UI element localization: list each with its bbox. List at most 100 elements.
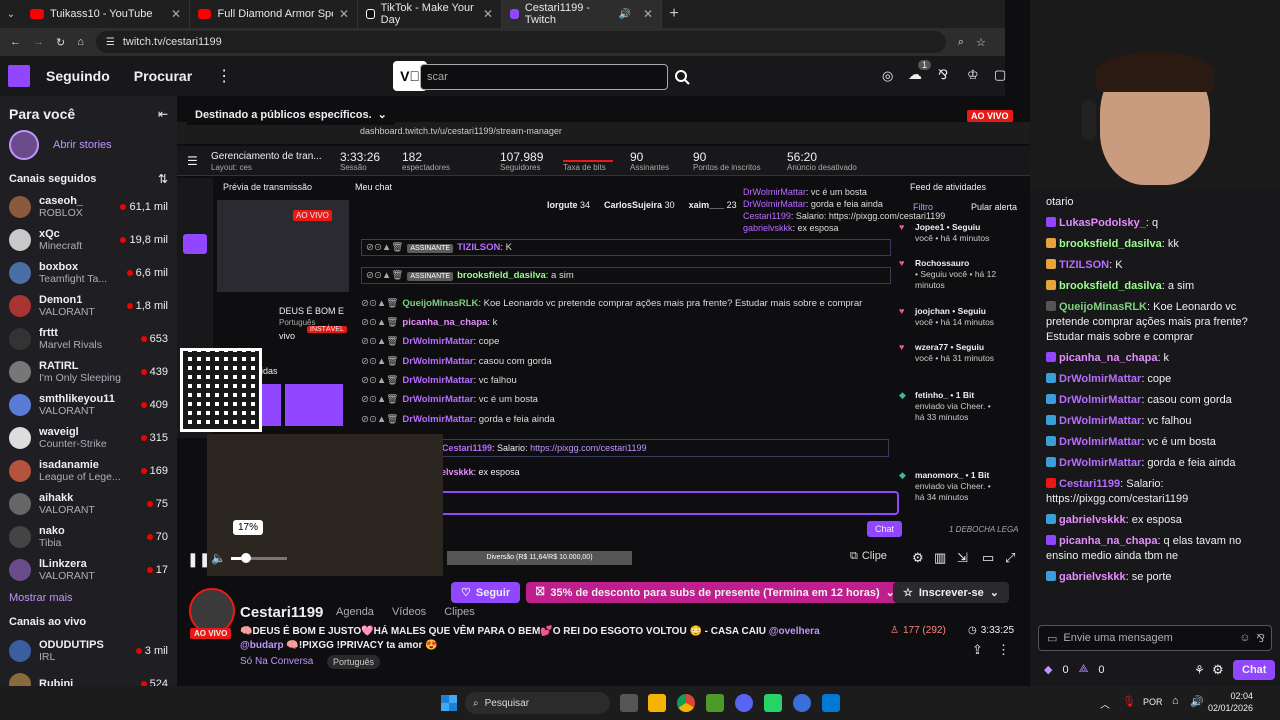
reload-icon[interactable]: ↻ — [56, 36, 65, 49]
chat-username[interactable]: gabrielvskkk — [1059, 571, 1126, 583]
close-icon[interactable]: ✕ — [171, 7, 181, 21]
close-icon[interactable]: ✕ — [643, 7, 653, 21]
volume-tray-icon[interactable]: 🔊 — [1190, 695, 1204, 708]
whatsapp-icon[interactable] — [764, 694, 782, 712]
store-icon[interactable] — [822, 694, 840, 712]
tray-expand-icon[interactable]: ︿ — [1100, 696, 1110, 711]
close-icon[interactable]: ✕ — [339, 7, 349, 21]
sidebar-channel-item[interactable]: frttt Marvel Rivals 653 — [0, 322, 177, 355]
activity-icon[interactable]: ◎ — [882, 68, 893, 84]
gift-sub-promo[interactable]: ⛝ 35% de desconto para subs de presente (… — [526, 582, 905, 603]
taskbar-search[interactable]: ⌕ Pesquisar — [465, 692, 610, 714]
chat-username[interactable]: picanha_na_chapa — [1059, 535, 1157, 547]
emote-icon[interactable]: ☺ — [1239, 632, 1250, 644]
channel-points-icon[interactable]: ⟁ — [1079, 663, 1089, 676]
bookmark-star-icon[interactable]: ☆ — [976, 36, 986, 49]
mention-link[interactable]: @budarp — [240, 640, 284, 651]
start-icon[interactable] — [441, 695, 457, 711]
channel-name[interactable]: Cestari1199 — [240, 604, 323, 621]
close-icon[interactable]: ✕ — [483, 7, 493, 21]
chat-settings-icon[interactable]: ⚙ — [1212, 662, 1224, 678]
picture-in-picture-icon[interactable]: ▭ — [982, 550, 994, 566]
bits-balance-icon[interactable]: ◆ — [1044, 663, 1052, 676]
sidebar-channel-item[interactable]: caseoh_ ROBLOX 61,1 mil — [0, 190, 177, 223]
nav-following[interactable]: Seguindo — [46, 68, 110, 84]
forward-icon[interactable]: → — [33, 36, 44, 48]
more-menu-icon[interactable]: ⋮ — [216, 66, 232, 86]
chat-input[interactable]: ▭ Envie uma mensagem ☺ ⅋ — [1038, 625, 1272, 651]
subscribe-button[interactable]: ☆ Inscrever-se ⌄ — [893, 582, 1009, 603]
site-info-icon[interactable]: ☰ — [106, 37, 115, 48]
bits-icon[interactable]: ⅋ — [938, 67, 948, 83]
nav-agenda[interactable]: Agenda — [336, 606, 374, 618]
sidebar-channel-item[interactable]: boxbox Teamfight Ta... 6,6 mil — [0, 256, 177, 289]
tab-youtube[interactable]: Tuikass10 - YouTube ✕ — [22, 0, 190, 28]
chat-username[interactable]: DrWolmirMattar — [1059, 415, 1141, 427]
pause-icon[interactable]: ❚❚ — [187, 551, 210, 568]
clock[interactable]: 02:04 02/01/2026 — [1208, 690, 1253, 714]
microphone-icon[interactable]: 🎙 — [1122, 695, 1136, 708]
task-view-icon[interactable] — [620, 694, 638, 712]
tab-tiktok[interactable]: TikTok - Make Your Day ✕ — [358, 0, 502, 28]
chat-effects-icon[interactable]: ⚘ — [1194, 663, 1205, 677]
nav-clips[interactable]: Clipes — [444, 606, 475, 618]
chat-username[interactable]: DrWolmirMattar — [1059, 436, 1141, 448]
inbox-icon[interactable]: ▢ — [994, 67, 1006, 83]
sidebar-channel-item[interactable]: waveigl Counter-Strike 315 — [0, 421, 177, 454]
sidebar-channel-item[interactable]: isadanamie League of Lege... 169 — [0, 454, 177, 487]
nav-videos[interactable]: Vídeos — [392, 606, 426, 618]
stats-icon[interactable]: ▥ — [934, 550, 946, 566]
chat-username[interactable]: Cestari1199 — [1059, 478, 1120, 490]
video-player[interactable]: dashboard.twitch.tv/u/cestari1199/stream… — [177, 96, 1030, 576]
file-explorer-icon[interactable] — [648, 694, 666, 712]
sidebar-channel-item[interactable]: aihakk VALORANT 75 — [0, 487, 177, 520]
sidebar-channel-item[interactable]: xQc Minecraft 19,8 mil — [0, 223, 177, 256]
zoom-icon[interactable]: ⌕ — [958, 36, 964, 49]
chat-username[interactable]: DrWolmirMattar — [1059, 457, 1141, 469]
chat-username[interactable]: LukasPodolsky_ — [1059, 217, 1146, 229]
theatre-mode-icon[interactable]: ⇲ — [957, 550, 968, 566]
sort-icon[interactable]: ⇅ — [158, 172, 168, 186]
home-icon[interactable]: ⌂ — [77, 36, 84, 48]
tab-twitch[interactable]: Cestari1199 - Twitch 🔊 ✕ — [502, 0, 662, 28]
chrome-icon[interactable] — [677, 694, 695, 712]
chat-username[interactable]: gabrielvskkk — [1059, 514, 1126, 526]
chat-username[interactable]: brooksfield_dasilva — [1059, 238, 1162, 250]
bits-cheer-icon[interactable]: ⅋ — [1256, 632, 1265, 645]
more-options-icon[interactable]: ⋮ — [997, 642, 1010, 658]
collapse-sidebar-icon[interactable]: ⇤ — [158, 107, 168, 121]
chat-username[interactable]: brooksfield_dasilva — [1059, 280, 1162, 292]
url-field[interactable]: ☰ twitch.tv/cestari1199 — [95, 31, 946, 53]
sidebar-live-item[interactable]: ODUDUTIPS IRL 3 mil — [0, 634, 177, 667]
volume-slider[interactable] — [231, 553, 287, 563]
show-more-link[interactable]: Mostrar mais — [0, 586, 177, 610]
chat-username[interactable]: DrWolmirMattar — [1059, 394, 1141, 406]
share-icon[interactable]: ⇪ — [972, 642, 983, 658]
nav-browse[interactable]: Procurar — [134, 68, 192, 84]
tab-speedrun[interactable]: Full Diamond Armor Speedrun ✕ — [190, 0, 358, 28]
volume-icon[interactable]: 🔈 — [211, 551, 226, 565]
search-input[interactable]: scar — [420, 64, 668, 90]
sidebar-channel-item[interactable]: Demon1 VALORANT 1,8 mil — [0, 289, 177, 322]
discord-icon[interactable] — [735, 694, 753, 712]
clip-button[interactable]: ⧉ Clipe — [850, 550, 887, 563]
follow-button[interactable]: ♡ Seguir — [451, 582, 521, 603]
twitch-logo-icon[interactable] — [8, 65, 30, 87]
search-button[interactable] — [670, 64, 694, 90]
back-icon[interactable]: ← — [10, 36, 21, 48]
chat-username[interactable]: TIZILSON — [1059, 259, 1109, 271]
open-stories-link[interactable]: Abrir stories — [53, 139, 112, 151]
sidebar-channel-item[interactable]: RATIRL I'm Only Sleeping 439 — [0, 355, 177, 388]
audience-banner[interactable]: Destinado a públicos específicos. ⌄ — [187, 104, 395, 125]
stories-avatar[interactable] — [9, 130, 39, 160]
chat-username[interactable]: picanha_na_chapa — [1059, 352, 1157, 364]
language-tag[interactable]: Português — [327, 655, 381, 669]
chat-username[interactable]: QueijoMinasRLK — [1059, 301, 1147, 313]
prime-icon[interactable]: ♔ — [967, 67, 979, 83]
minecraft-icon[interactable] — [706, 694, 724, 712]
language-indicator[interactable]: POR — [1143, 697, 1163, 707]
app-icon[interactable] — [793, 694, 811, 712]
tab-list-button[interactable]: ⌄ — [0, 0, 22, 28]
mention-link[interactable]: @ovelhera — [769, 626, 820, 637]
chat-username[interactable]: DrWolmirMattar — [1059, 373, 1141, 385]
